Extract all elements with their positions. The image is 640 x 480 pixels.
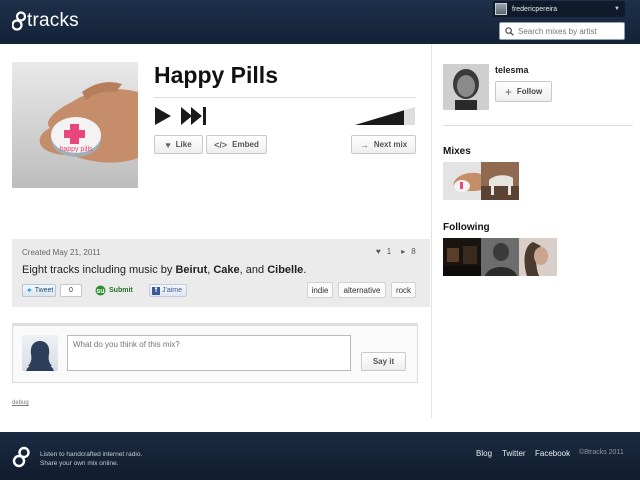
tag-rock[interactable]: rock bbox=[391, 282, 416, 298]
mix-thumbnail-image bbox=[481, 162, 519, 200]
description-prefix: Eight tracks including music by bbox=[22, 264, 176, 276]
description-suffix: . bbox=[303, 264, 307, 276]
followed-user-image bbox=[443, 238, 481, 276]
jaime-label: J'aime bbox=[162, 287, 183, 294]
plus-icon: + bbox=[504, 84, 512, 99]
chevron-down-icon: ▼ bbox=[614, 6, 620, 12]
tag-alternative[interactable]: alternative bbox=[338, 282, 386, 298]
mix-thumbnail-image bbox=[443, 162, 481, 200]
volume-slider[interactable] bbox=[355, 106, 416, 126]
artist-link-beirut[interactable]: Beirut bbox=[175, 264, 207, 276]
tag-indie[interactable]: indie bbox=[307, 282, 333, 298]
follow-label: Follow bbox=[516, 87, 543, 96]
stumbleupon-icon: su bbox=[95, 285, 106, 296]
user-menu[interactable]: fredericpereira ▼ bbox=[493, 1, 625, 17]
footer-link-facebook[interactable]: Facebook bbox=[535, 449, 570, 458]
description-sep: , and bbox=[239, 264, 268, 276]
submit-label: Submit bbox=[109, 287, 133, 294]
mix-title: Happy Pills bbox=[154, 62, 278, 88]
mix-thumbnail[interactable] bbox=[481, 162, 519, 200]
following-heading: Following bbox=[443, 222, 490, 233]
artist-name[interactable]: telesma bbox=[495, 65, 529, 75]
like-label: Like bbox=[175, 140, 192, 149]
svg-text:su: su bbox=[96, 288, 104, 295]
sidebar-divider bbox=[431, 44, 432, 418]
search-icon bbox=[505, 26, 514, 36]
followed-user-avatar[interactable] bbox=[519, 238, 557, 276]
facebook-icon: f bbox=[152, 286, 160, 295]
facebook-like-button[interactable]: f J'aime bbox=[149, 284, 187, 297]
copyright: ©8tracks 2011 bbox=[579, 449, 624, 456]
mix-thumbnail[interactable] bbox=[443, 162, 481, 200]
artist-avatar[interactable] bbox=[443, 64, 489, 110]
mix-description: Eight tracks including music by Beirut , … bbox=[22, 264, 306, 276]
footer-tagline: Listen to handcrafted internet radio. Sh… bbox=[40, 450, 142, 468]
artist-link-cake[interactable]: Cake bbox=[213, 264, 239, 276]
followed-user-avatar[interactable] bbox=[443, 238, 481, 276]
eight-logo-icon bbox=[12, 11, 26, 31]
cover-photo: happy pills bbox=[12, 62, 138, 188]
artist-photo bbox=[443, 64, 489, 110]
next-mix-label: Next mix bbox=[373, 140, 408, 149]
code-icon: </> bbox=[214, 139, 228, 150]
tweet-label: Tweet bbox=[34, 287, 54, 294]
tagline-line-2: Share your own mix online. bbox=[40, 460, 119, 467]
next-mix-button[interactable]: → Next mix bbox=[351, 135, 416, 154]
say-it-button[interactable]: Say it bbox=[361, 352, 406, 371]
embed-label: Embed bbox=[232, 140, 259, 149]
embed-button[interactable]: </> Embed bbox=[206, 135, 267, 154]
user-avatar bbox=[495, 3, 507, 15]
follow-button[interactable]: + Follow bbox=[495, 81, 552, 102]
skip-forward-icon[interactable] bbox=[180, 106, 207, 126]
heart-icon: ♥ bbox=[165, 139, 171, 150]
stumbleupon-submit-button[interactable]: su Submit bbox=[95, 284, 137, 297]
tweet-count: 0 bbox=[60, 284, 82, 297]
plays-count: 8 bbox=[411, 247, 416, 256]
mix-stats: ♥ 1 ▸ 8 bbox=[376, 247, 422, 256]
sidebar-divider-line bbox=[443, 125, 633, 126]
tweet-button[interactable]: ✦ Tweet bbox=[22, 284, 56, 297]
tagline-line-1: Listen to handcrafted internet radio. bbox=[40, 451, 143, 458]
likes-heart-icon: ♥ bbox=[376, 247, 381, 256]
comment-input[interactable] bbox=[67, 335, 351, 371]
title-divider bbox=[154, 97, 416, 98]
user-name: fredericpereira bbox=[512, 5, 558, 13]
footer-eight-logo-icon bbox=[12, 446, 30, 468]
footer-link-blog[interactable]: Blog bbox=[476, 449, 492, 458]
cover-text: happy pills bbox=[59, 146, 93, 153]
arrow-right-icon: → bbox=[359, 139, 369, 150]
followed-user-image bbox=[481, 238, 519, 276]
followed-user-avatar[interactable] bbox=[481, 238, 519, 276]
logo-text: tracks bbox=[27, 10, 79, 31]
commenter-avatar bbox=[22, 335, 58, 371]
mix-cover-image[interactable]: happy pills bbox=[12, 62, 138, 188]
play-icon[interactable] bbox=[154, 106, 172, 126]
footer-link-twitter[interactable]: Twitter bbox=[502, 449, 526, 458]
default-avatar-icon bbox=[26, 341, 54, 371]
search-input[interactable] bbox=[518, 26, 618, 36]
likes-count: 1 bbox=[386, 247, 392, 256]
like-button[interactable]: ♥ Like bbox=[154, 135, 203, 154]
plays-icon: ▸ bbox=[401, 247, 406, 256]
mixes-heading: Mixes bbox=[443, 146, 471, 157]
artist-link-cibelle[interactable]: Cibelle bbox=[267, 264, 303, 276]
debug-link[interactable]: debug bbox=[12, 400, 29, 406]
twitter-bird-icon: ✦ bbox=[26, 286, 33, 295]
logo[interactable]: tracks bbox=[12, 10, 79, 32]
search-box bbox=[499, 22, 625, 40]
followed-user-image bbox=[519, 238, 557, 276]
created-date: Created May 21, 2011 bbox=[22, 248, 101, 257]
